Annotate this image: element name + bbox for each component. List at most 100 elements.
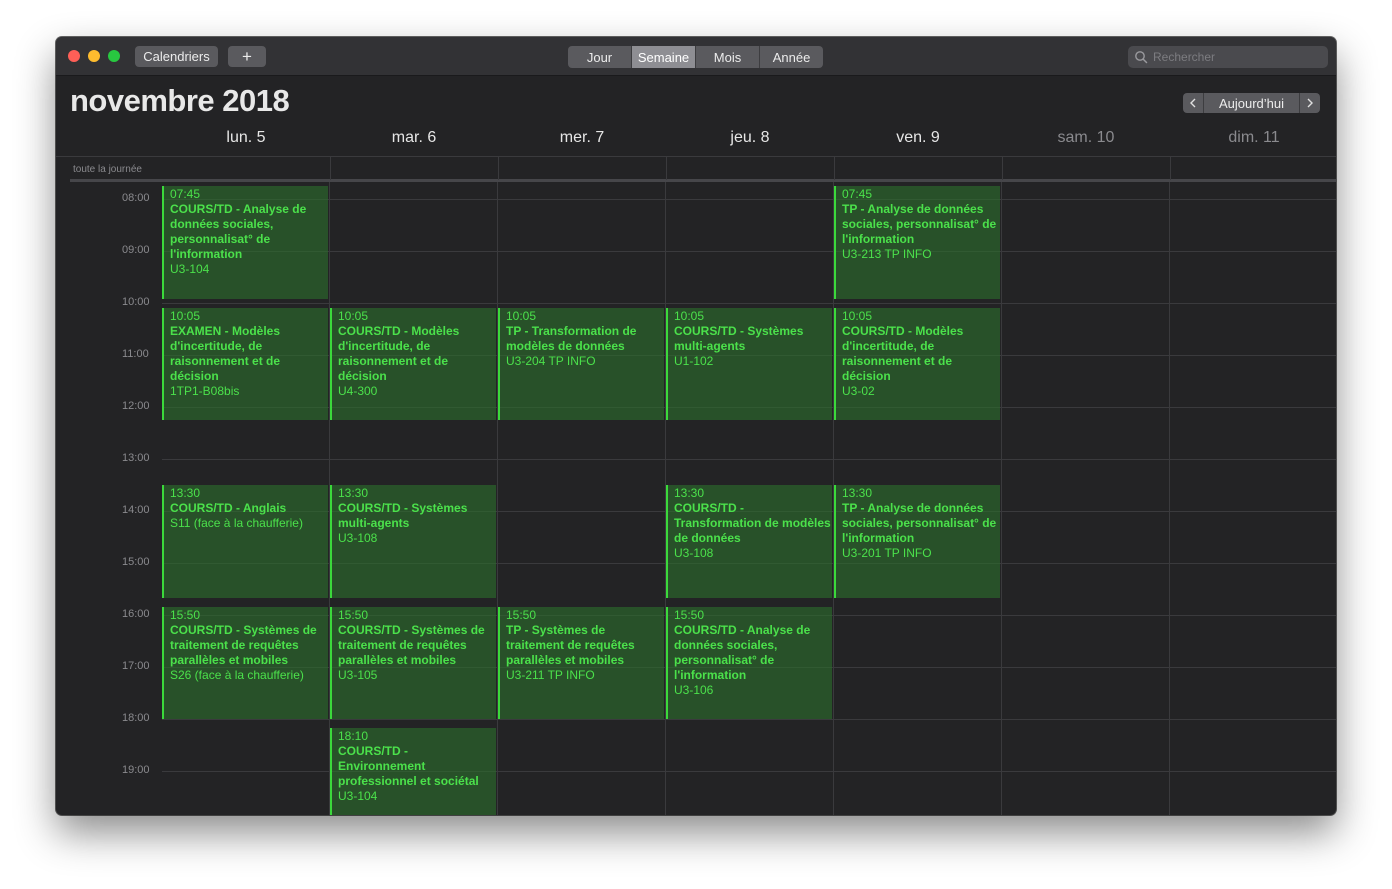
event-title: COURS/TD - Analyse de données sociales, … bbox=[170, 202, 307, 262]
all-day-row[interactable]: toute la journée bbox=[56, 156, 1336, 181]
column-divider bbox=[666, 156, 667, 180]
hour-label: 17:00 bbox=[122, 660, 150, 673]
week-grid[interactable]: 08:00 09:00 10:00 11:00 12:00 13:00 14:00 15:00… bbox=[56, 182, 1336, 815]
calendar-event[interactable]: 07:45 TP - Analyse de données sociales, p… bbox=[834, 186, 1000, 299]
event-location: U1-102 bbox=[674, 353, 714, 368]
event-title: COURS/TD - Systèmes multi-agents bbox=[338, 501, 468, 531]
hour-line bbox=[162, 459, 1336, 461]
event-title: COURS/TD - Systèmes de traitement de req… bbox=[338, 622, 485, 667]
event-title: TP - Transformation de modèles de donnée… bbox=[506, 323, 637, 353]
calendar-event[interactable]: 10:05 COURS/TD - Systèmes multi-agents U1-… bbox=[666, 307, 832, 421]
event-title: COURS/TD - Environnement professionnel e… bbox=[338, 744, 479, 788]
today-button[interactable]: Aujourd’hui bbox=[1204, 93, 1299, 113]
calendars-button[interactable]: Calendriers bbox=[135, 46, 218, 67]
fullscreen-window-button[interactable] bbox=[108, 50, 120, 62]
calendar-event[interactable]: 10:05 COURS/TD - Modèles d'incertitude, d… bbox=[834, 307, 1000, 421]
hour-label: 11:00 bbox=[122, 348, 149, 361]
hour-label: 18:00 bbox=[122, 712, 150, 725]
hour-label: 12:00 bbox=[122, 400, 150, 413]
calendar-event[interactable]: 13:30 COURS/TD - Transformation de modèle… bbox=[666, 485, 832, 598]
event-location: U3-213 TP INFO bbox=[842, 247, 932, 262]
chevron-right-icon bbox=[1307, 98, 1313, 108]
date-navigation: Aujourd’hui bbox=[1183, 93, 1320, 113]
tab-month[interactable]: Mois bbox=[696, 46, 760, 68]
plus-icon: + bbox=[242, 46, 252, 66]
event-title: TP - Analyse de données sociales, person… bbox=[842, 501, 997, 546]
event-time: 07:45 bbox=[842, 187, 873, 202]
calendar-event[interactable]: 15:50 COURS/TD - Systèmes de traitement d… bbox=[162, 606, 328, 720]
tab-week[interactable]: Semaine bbox=[632, 46, 696, 68]
search-box bbox=[1128, 46, 1328, 68]
day-header[interactable]: sam. 10 bbox=[1002, 129, 1170, 153]
chevron-left-icon bbox=[1190, 98, 1196, 108]
day-header[interactable]: ven. 9 bbox=[834, 129, 1002, 153]
calendar-event[interactable]: 15:50 COURS/TD - Systèmes de traitement d… bbox=[330, 606, 496, 720]
event-time: 13:30 bbox=[842, 486, 873, 501]
event-location: S11 (face à la chaufferie) bbox=[170, 516, 303, 531]
column-divider bbox=[834, 156, 835, 180]
event-time: 13:30 bbox=[674, 486, 705, 501]
event-location: U3-201 TP INFO bbox=[842, 546, 932, 561]
event-location: U3-02 bbox=[842, 383, 875, 398]
next-week-button[interactable] bbox=[1299, 93, 1320, 113]
calendar-event[interactable]: 15:50 TP - Systèmes de traitement de requ… bbox=[498, 606, 664, 720]
event-title: COURS/TD - Analyse de données sociales, … bbox=[674, 622, 811, 682]
calendar-event[interactable]: 13:30 TP - Analyse de données sociales, p… bbox=[834, 485, 1000, 598]
event-title: TP - Analyse de données sociales, person… bbox=[842, 202, 997, 247]
event-location: U3-108 bbox=[674, 546, 714, 561]
view-switcher: Jour Semaine Mois Année bbox=[568, 46, 823, 68]
event-title: COURS/TD - Modèles d'incertitude, de rai… bbox=[338, 323, 460, 383]
event-location: S26 (face à la chaufferie) bbox=[170, 667, 304, 682]
column-divider bbox=[1169, 182, 1170, 815]
event-time: 10:05 bbox=[338, 308, 369, 323]
hour-line bbox=[162, 199, 1336, 201]
event-location: 1TP1-B08bis bbox=[170, 383, 240, 398]
event-location: U3-104 bbox=[338, 789, 378, 803]
calendar-event[interactable]: 10:05 EXAMEN - Modèles d'incertitude, de … bbox=[162, 307, 328, 421]
tab-day[interactable]: Jour bbox=[568, 46, 632, 68]
close-window-button[interactable] bbox=[68, 50, 80, 62]
column-divider bbox=[1001, 182, 1002, 815]
event-title: COURS/TD - Modèles d'incertitude, de rai… bbox=[842, 323, 964, 383]
calendar-event[interactable]: 15:50 COURS/TD - Analyse de données socia… bbox=[666, 606, 832, 720]
event-time: 13:30 bbox=[170, 486, 201, 501]
hour-label: 19:00 bbox=[122, 764, 150, 777]
event-title: COURS/TD - Systèmes de traitement de req… bbox=[170, 622, 317, 667]
hour-label: 14:00 bbox=[122, 504, 150, 517]
day-header[interactable]: lun. 5 bbox=[162, 129, 330, 153]
calendar-event[interactable]: 13:30 COURS/TD - Anglais S11 (face à la ch… bbox=[162, 485, 328, 598]
calendar-event[interactable]: 18:10 COURS/TD - Environnement profession… bbox=[330, 728, 496, 815]
calendar-event[interactable]: 10:05 TP - Transformation de modèles de d… bbox=[498, 307, 664, 421]
event-time: 10:05 bbox=[170, 308, 201, 323]
day-header[interactable]: mar. 6 bbox=[330, 129, 498, 153]
calendar-event[interactable]: 13:30 COURS/TD - Systèmes multi-agents U3-… bbox=[330, 485, 496, 598]
title-bar: Calendriers + Jour Semaine Mois Année bbox=[56, 37, 1336, 76]
month-title: novembre 2018 bbox=[70, 83, 290, 118]
day-header[interactable]: mer. 7 bbox=[498, 129, 666, 153]
hour-label: 13:00 bbox=[122, 452, 150, 465]
event-location: U3-108 bbox=[338, 531, 378, 546]
search-icon bbox=[1135, 51, 1148, 64]
tab-year[interactable]: Année bbox=[760, 46, 823, 68]
calendar-event[interactable]: 07:45 COURS/TD - Analyse de données socia… bbox=[162, 186, 328, 299]
minimize-window-button[interactable] bbox=[88, 50, 100, 62]
add-event-button[interactable]: + bbox=[228, 46, 266, 67]
hour-label: 15:00 bbox=[122, 556, 150, 569]
event-time: 10:05 bbox=[842, 308, 873, 323]
calendar-event[interactable]: 10:05 COURS/TD - Modèles d'incertitude, d… bbox=[330, 307, 496, 421]
search-input[interactable] bbox=[1153, 50, 1313, 64]
event-title: COURS/TD - Anglais bbox=[170, 501, 287, 516]
event-time: 15:50 bbox=[506, 607, 537, 622]
day-header[interactable]: jeu. 8 bbox=[666, 129, 834, 153]
hour-label: 09:00 bbox=[122, 244, 150, 257]
event-time: 10:05 bbox=[506, 308, 537, 323]
event-time: 15:50 bbox=[338, 607, 369, 622]
day-header[interactable]: dim. 11 bbox=[1170, 129, 1336, 153]
hour-label: 10:00 bbox=[122, 296, 150, 309]
previous-week-button[interactable] bbox=[1183, 93, 1204, 113]
event-title: COURS/TD - Systèmes multi-agents bbox=[674, 323, 804, 353]
event-title: EXAMEN - Modèles d'incertitude, de raiso… bbox=[170, 323, 281, 383]
event-location: U3-104 bbox=[170, 262, 210, 277]
hour-label: 08:00 bbox=[122, 192, 150, 205]
event-time: 07:45 bbox=[170, 187, 201, 202]
